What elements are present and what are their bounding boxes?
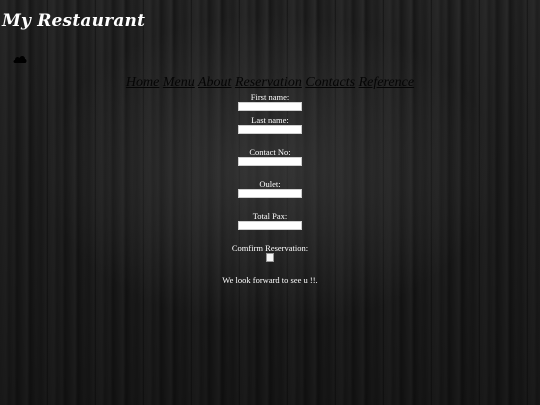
- nav-link-menu[interactable]: Menu: [163, 75, 195, 90]
- site-title: My Restaurant: [2, 11, 146, 31]
- nav-link-reservation[interactable]: Reservation: [235, 75, 302, 90]
- confirm-reservation-label: Comfirm Reservation:: [231, 243, 309, 253]
- last-name-label: Last name:: [251, 115, 289, 125]
- confirm-reservation-checkbox[interactable]: [266, 253, 274, 262]
- total-pax-label: Total Pax:: [252, 211, 288, 221]
- first-name-input[interactable]: [238, 102, 302, 111]
- main-nav: Home Menu About Reservation Contacts Ref…: [0, 75, 540, 91]
- cloud-icon: [13, 56, 27, 63]
- outlet-input[interactable]: [238, 189, 302, 198]
- contact-number-label: Contact No:: [249, 147, 291, 157]
- nav-link-about[interactable]: About: [198, 75, 231, 90]
- contact-number-input[interactable]: [238, 157, 302, 166]
- nav-link-contacts[interactable]: Contacts: [305, 75, 355, 90]
- last-name-input[interactable]: [238, 125, 302, 134]
- closing-note: We look forward to see u !!.: [222, 275, 318, 285]
- nav-link-reference[interactable]: Reference: [359, 75, 414, 90]
- total-pax-input[interactable]: [238, 221, 302, 230]
- nav-link-home[interactable]: Home: [126, 75, 159, 90]
- first-name-label: First name:: [250, 92, 290, 102]
- reservation-form: First name: Last name: Contact No: Oulet…: [0, 92, 540, 285]
- outlet-label: Oulet:: [259, 179, 281, 189]
